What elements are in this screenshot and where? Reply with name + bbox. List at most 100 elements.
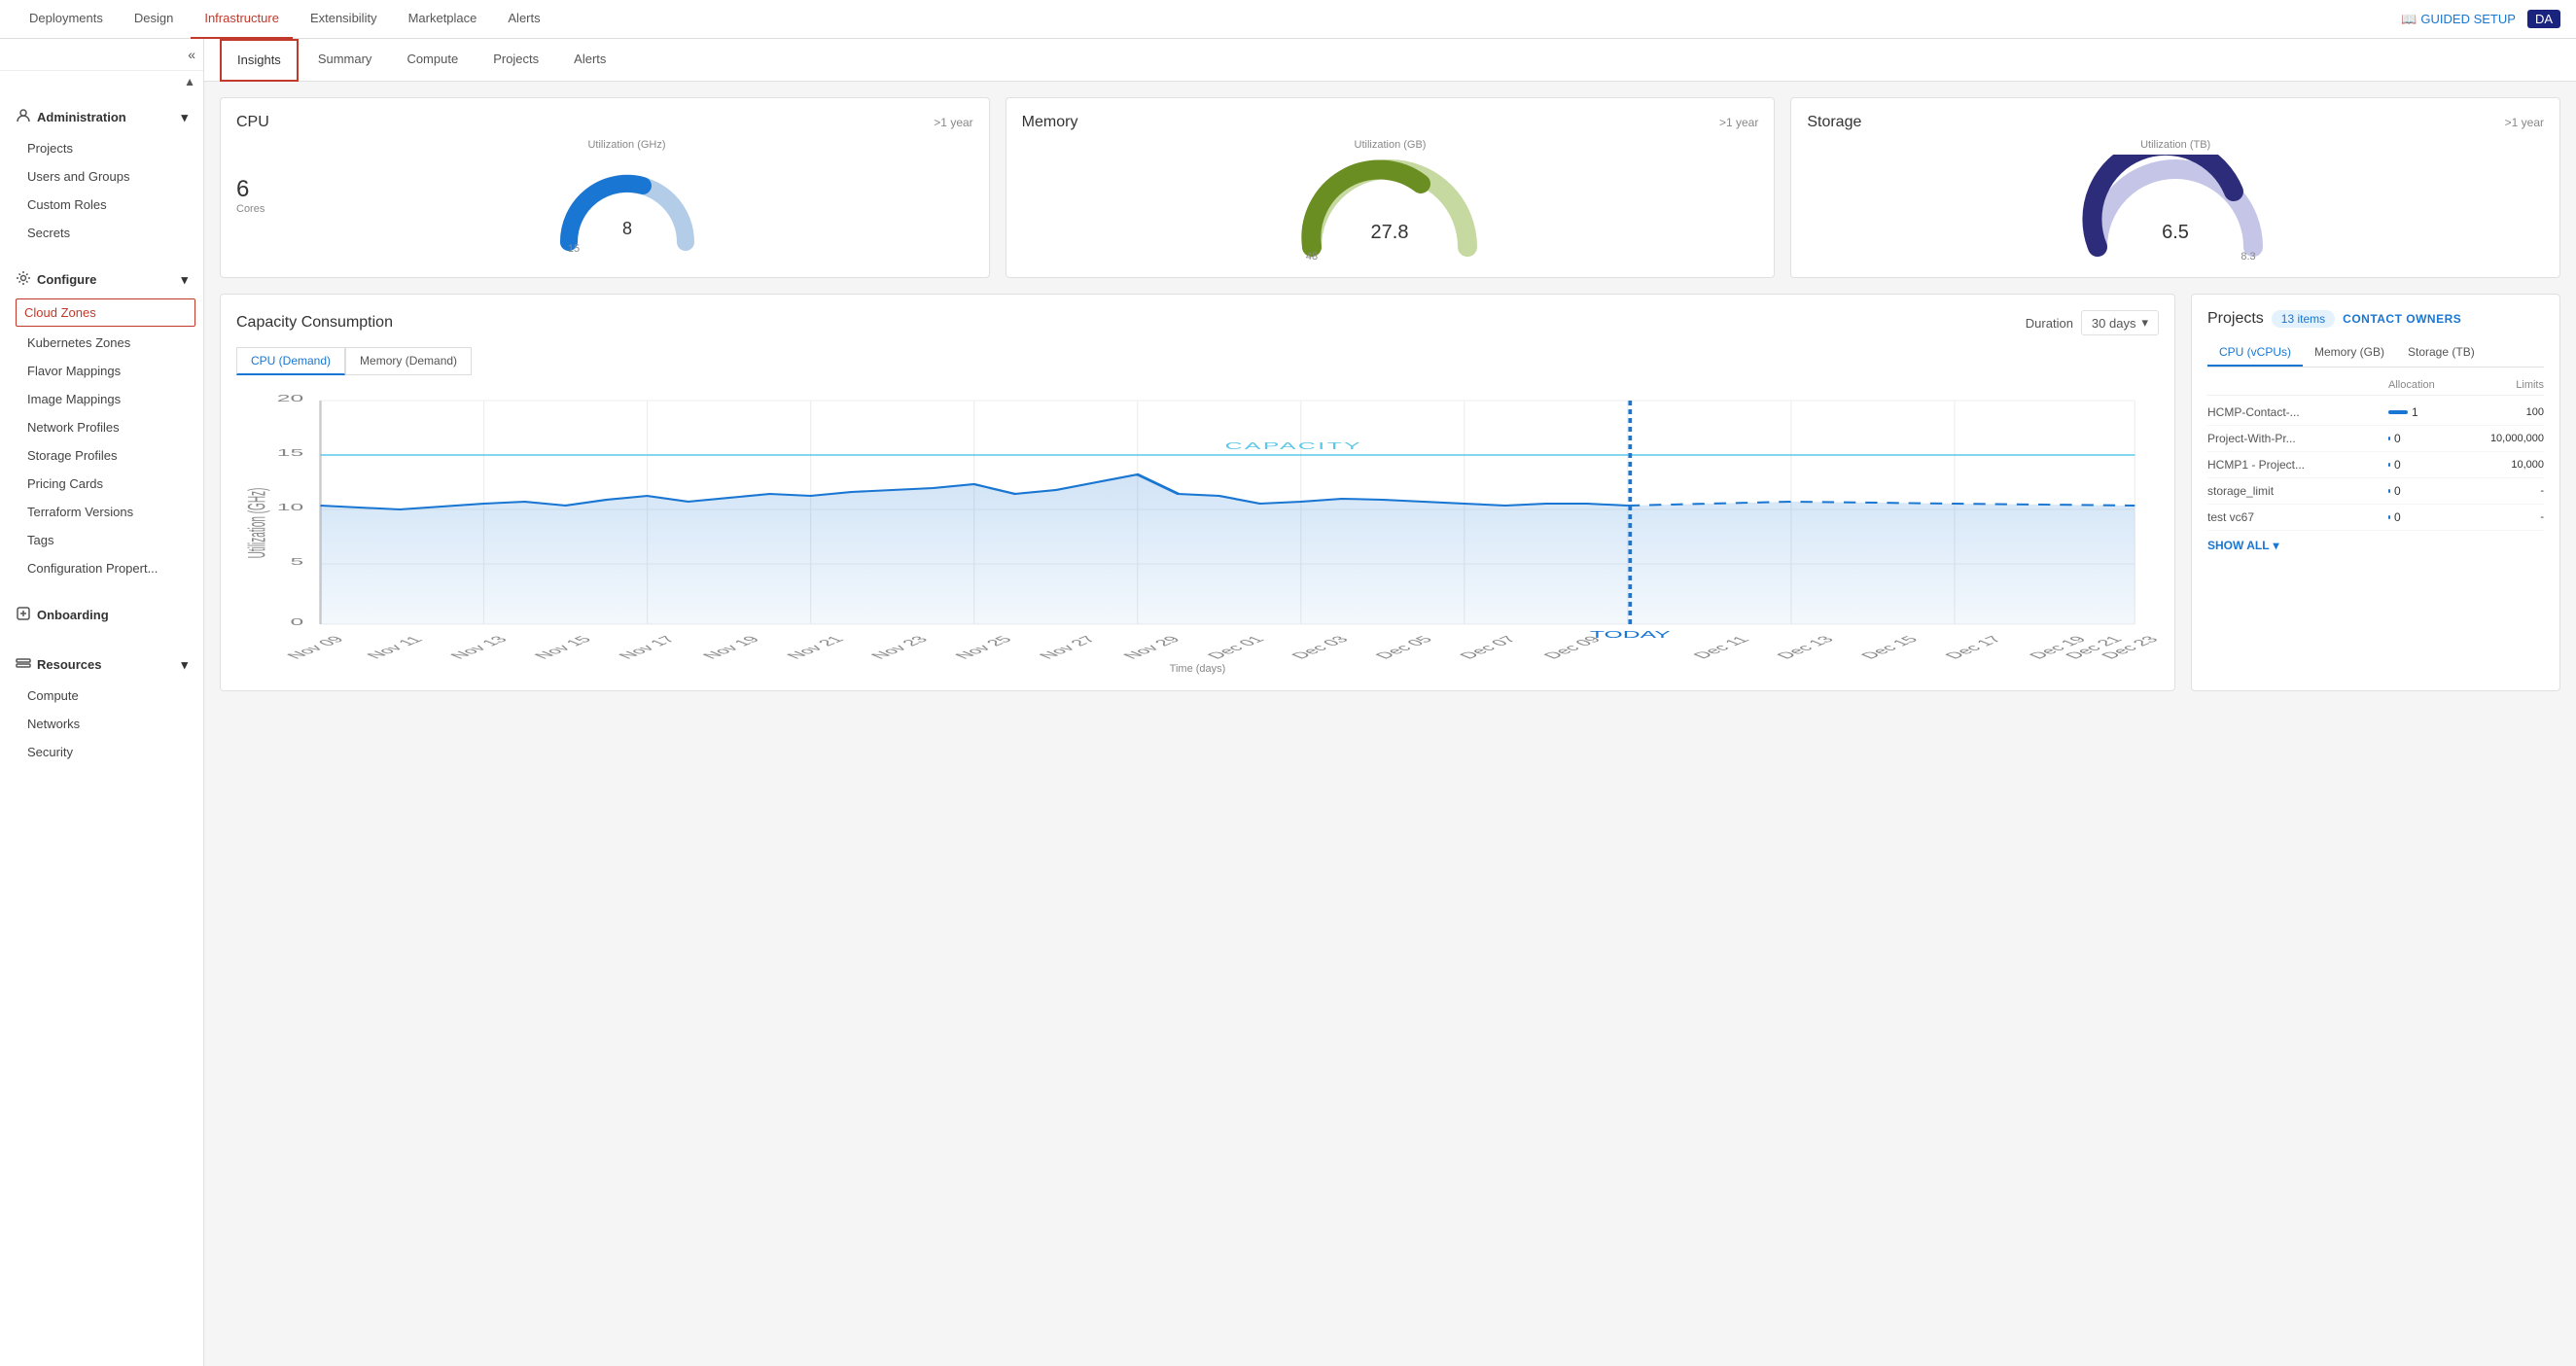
- svg-text:Nov 17: Nov 17: [615, 634, 680, 660]
- sidebar-item-kubernetes-zones[interactable]: Kubernetes Zones: [0, 329, 203, 357]
- project-tab-memory[interactable]: Memory (GB): [2303, 339, 2396, 367]
- metric-cards: CPU >1 year 6 Cores Utilization (GHz): [220, 97, 2560, 278]
- sidebar-collapse-controls: «: [0, 39, 203, 71]
- cpu-gauge-label: Utilization (GHz): [587, 139, 665, 151]
- guided-setup-button[interactable]: 📖 GUIDED SETUP: [2401, 12, 2516, 27]
- memory-card-body: Utilization (GB) 27.8 48 Capacity: [1022, 139, 1759, 262]
- sidebar-item-pricing-cards[interactable]: Pricing Cards: [0, 470, 203, 498]
- storage-period: >1 year: [2505, 116, 2544, 129]
- sidebar-item-projects[interactable]: Projects: [0, 134, 203, 162]
- project-row-4: test vc67 0 -: [2207, 505, 2544, 531]
- svg-text:15: 15: [277, 447, 303, 458]
- chart-tab-cpu[interactable]: CPU (Demand): [236, 347, 345, 375]
- configure-group[interactable]: Configure ▾: [0, 263, 203, 297]
- memory-card-header: Memory >1 year: [1022, 114, 1759, 131]
- project-limit-1: 10,000,000: [2466, 433, 2544, 444]
- administration-label: Administration: [37, 110, 126, 124]
- configure-chevron-down: ▾: [181, 272, 188, 288]
- onboarding-icon: [16, 606, 31, 624]
- tab-projects[interactable]: Projects: [477, 39, 554, 82]
- svg-text:20: 20: [277, 393, 303, 403]
- configure-icon: [16, 270, 31, 289]
- sidebar-item-secrets[interactable]: Secrets: [0, 219, 203, 247]
- nav-deployments[interactable]: Deployments: [16, 0, 117, 39]
- top-nav: Deployments Design Infrastructure Extens…: [0, 0, 2576, 39]
- cpu-period: >1 year: [934, 116, 972, 129]
- memory-period: >1 year: [1719, 116, 1758, 129]
- project-sub-tabs: CPU (vCPUs) Memory (GB) Storage (TB): [2207, 339, 2544, 368]
- sidebar-item-network-profiles[interactable]: Network Profiles: [0, 413, 203, 441]
- duration-selector[interactable]: 30 days ▾: [2081, 310, 2159, 335]
- nav-alerts[interactable]: Alerts: [494, 0, 553, 39]
- collapse-icon[interactable]: «: [188, 47, 195, 62]
- svg-text:0: 0: [290, 616, 303, 627]
- projects-title: Projects: [2207, 310, 2264, 328]
- tab-summary[interactable]: Summary: [302, 39, 388, 82]
- project-alloc-3: 0: [2388, 484, 2466, 498]
- dashboard: CPU >1 year 6 Cores Utilization (GHz): [204, 82, 2576, 707]
- sidebar-item-flavor-mappings[interactable]: Flavor Mappings: [0, 357, 203, 385]
- duration-controls: Duration 30 days ▾: [2026, 310, 2159, 335]
- project-alloc-4: 0: [2388, 510, 2466, 524]
- tab-insights[interactable]: Insights: [220, 39, 299, 82]
- show-all-button[interactable]: SHOW ALL ▾: [2207, 539, 2544, 552]
- svg-text:5: 5: [290, 556, 303, 567]
- project-limit-4: -: [2466, 511, 2544, 523]
- project-tab-storage[interactable]: Storage (TB): [2396, 339, 2487, 367]
- storage-gauge-container: Utilization (TB) 6.5 8.3 Capacity: [1807, 139, 2544, 262]
- nav-marketplace[interactable]: Marketplace: [395, 0, 491, 39]
- bottom-section: Capacity Consumption Duration 30 days ▾ …: [220, 294, 2560, 691]
- nav-infrastructure[interactable]: Infrastructure: [191, 0, 293, 39]
- sidebar-item-custom-roles[interactable]: Custom Roles: [0, 191, 203, 219]
- project-row-0: HCMP-Contact-... 1 100: [2207, 400, 2544, 426]
- svg-text:Dec 15: Dec 15: [1856, 634, 1922, 660]
- administration-group[interactable]: Administration ▾: [0, 100, 203, 134]
- svg-text:Nov 27: Nov 27: [1035, 634, 1100, 660]
- chart-header: Capacity Consumption Duration 30 days ▾: [236, 310, 2159, 335]
- onboarding-group[interactable]: Onboarding: [0, 598, 203, 632]
- project-table-header: Allocation Limits: [2207, 375, 2544, 396]
- dark-mode-toggle[interactable]: DA: [2527, 10, 2560, 28]
- svg-text:CAPACITY: CAPACITY: [1225, 440, 1362, 451]
- memory-title: Memory: [1022, 114, 1078, 131]
- svg-text:TODAY: TODAY: [1590, 629, 1671, 640]
- sidebar-item-compute[interactable]: Compute: [0, 682, 203, 710]
- sidebar-item-config-properties[interactable]: Configuration Propert...: [0, 554, 203, 582]
- contact-owners-button[interactable]: CONTACT OWNERS: [2343, 312, 2461, 326]
- alloc-value-0: 1: [2412, 405, 2418, 419]
- svg-text:Dec 11: Dec 11: [1689, 635, 1753, 661]
- scroll-up-icon[interactable]: ▲: [184, 75, 195, 88]
- alloc-bar-4: [2388, 515, 2390, 519]
- svg-text:Nov 25: Nov 25: [951, 634, 1016, 660]
- svg-text:8.3: 8.3: [2241, 251, 2256, 262]
- cpu-metric-card: CPU >1 year 6 Cores Utilization (GHz): [220, 97, 990, 278]
- project-alloc-2: 0: [2388, 458, 2466, 472]
- nav-design[interactable]: Design: [121, 0, 187, 39]
- projects-header: Projects 13 items CONTACT OWNERS: [2207, 310, 2544, 328]
- sidebar-item-image-mappings[interactable]: Image Mappings: [0, 385, 203, 413]
- memory-metric-card: Memory >1 year Utilization (GB) 27.8 48 …: [1006, 97, 1776, 278]
- tab-alerts[interactable]: Alerts: [558, 39, 621, 82]
- project-alloc-0: 1: [2388, 405, 2466, 419]
- cpu-card-body: 6 Cores Utilization (GHz) 8 15: [236, 139, 973, 252]
- configure-section: Configure ▾ Cloud Zones Kubernetes Zones…: [0, 255, 203, 590]
- sidebar-item-networks[interactable]: Networks: [0, 710, 203, 738]
- nav-extensibility[interactable]: Extensibility: [297, 0, 391, 39]
- alloc-value-3: 0: [2394, 484, 2401, 498]
- sidebar-item-users-groups[interactable]: Users and Groups: [0, 162, 203, 191]
- sidebar-item-cloud-zones[interactable]: Cloud Zones: [16, 298, 195, 327]
- alloc-bar-1: [2388, 437, 2390, 440]
- svg-text:6.5: 6.5: [2162, 222, 2189, 243]
- svg-text:Nov 23: Nov 23: [866, 634, 932, 660]
- tab-compute[interactable]: Compute: [391, 39, 474, 82]
- sidebar-item-storage-profiles[interactable]: Storage Profiles: [0, 441, 203, 470]
- sidebar-item-security[interactable]: Security: [0, 738, 203, 766]
- sidebar-item-terraform-versions[interactable]: Terraform Versions: [0, 498, 203, 526]
- chart-tab-memory[interactable]: Memory (Demand): [345, 347, 472, 375]
- sidebar-item-tags[interactable]: Tags: [0, 526, 203, 554]
- project-name-0: HCMP-Contact-...: [2207, 405, 2388, 419]
- project-tab-cpu[interactable]: CPU (vCPUs): [2207, 339, 2303, 367]
- cpu-gauge-container: Utilization (GHz) 8 15 Capacity: [280, 139, 972, 252]
- resources-group[interactable]: Resources ▾: [0, 648, 203, 682]
- alloc-bar-3: [2388, 489, 2390, 493]
